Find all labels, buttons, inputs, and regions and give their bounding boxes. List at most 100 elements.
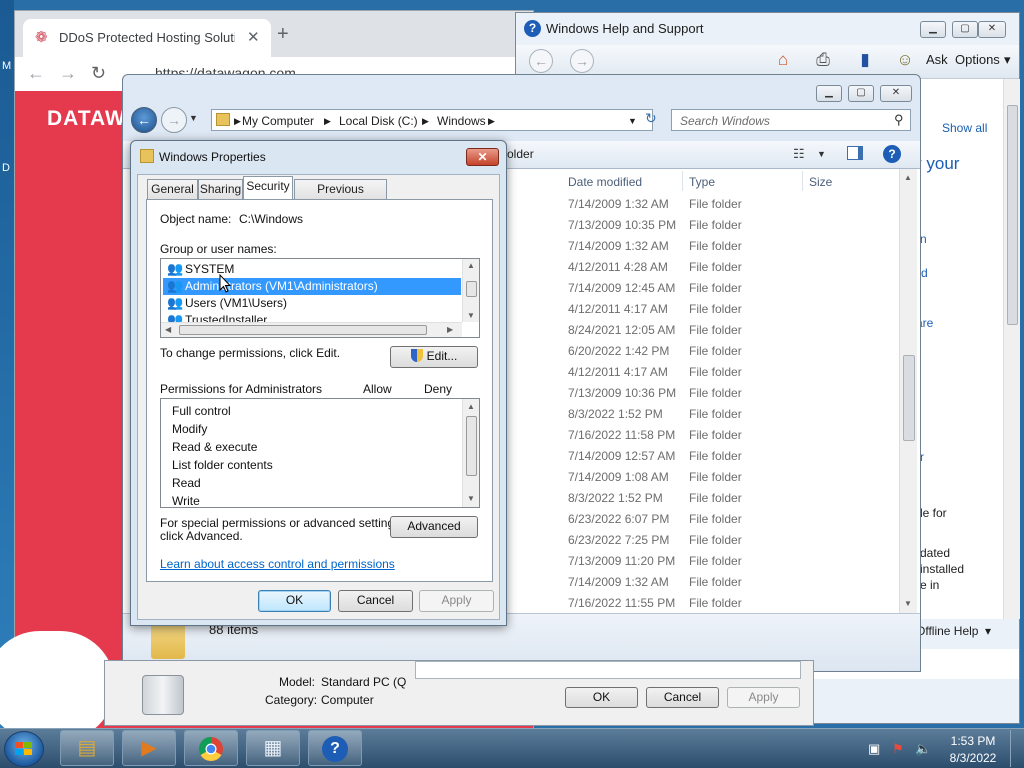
scrollbar-thumb[interactable] (1007, 105, 1018, 325)
browse-help-icon[interactable]: ▮ (854, 49, 876, 71)
close-button[interactable]: ✕ (880, 85, 912, 102)
ok-button[interactable]: OK (258, 590, 331, 612)
column-header-type[interactable]: Type (689, 175, 715, 189)
taskbar-media-player-icon[interactable]: ▶ (122, 730, 176, 766)
ask-people-icon[interactable]: ☺ (894, 49, 916, 71)
row-date[interactable]: 7/13/2009 10:35 PM (568, 218, 688, 232)
back-icon[interactable]: ← (529, 49, 553, 73)
scroll-up-icon[interactable]: ▲ (467, 261, 475, 270)
row-type[interactable]: File folder (689, 512, 789, 526)
help-scrollbar[interactable] (1003, 79, 1020, 619)
row-date[interactable]: 6/20/2022 1:42 PM (568, 344, 688, 358)
scroll-down-icon[interactable]: ▼ (467, 311, 475, 320)
tab-general[interactable]: General (147, 179, 198, 199)
ask-menu[interactable]: Ask (926, 52, 948, 67)
scroll-up-icon[interactable]: ▲ (904, 173, 912, 182)
scroll-up-icon[interactable]: ▲ (467, 402, 475, 411)
clock-date[interactable]: 8/3/2022 (944, 751, 1002, 765)
view-options-icon[interactable]: ☷ (793, 146, 805, 162)
taskbar-chrome-icon[interactable] (184, 730, 238, 766)
row-date[interactable]: 7/13/2009 11:20 PM (568, 554, 688, 568)
action-center-flag-icon[interactable]: ⚑ (892, 741, 904, 757)
row-type[interactable]: File folder (689, 365, 789, 379)
permissions-scrollbar[interactable]: ▲ ▼ (462, 399, 479, 507)
scrollbar-thumb[interactable] (466, 281, 477, 297)
row-date[interactable]: 4/12/2011 4:28 AM (568, 260, 688, 274)
apply-button[interactable]: Apply (419, 590, 494, 612)
list-item[interactable]: 👥 Users (VM1\Users) (163, 295, 461, 312)
row-type[interactable]: File folder (689, 344, 789, 358)
row-type[interactable]: File folder (689, 302, 789, 316)
tab-security[interactable]: Security (243, 176, 293, 199)
row-date[interactable]: 4/12/2011 4:17 AM (568, 302, 688, 316)
row-type[interactable]: File folder (689, 449, 789, 463)
forward-icon[interactable]: → (59, 63, 77, 83)
desktop-icon-label[interactable]: D (2, 162, 10, 174)
chevron-down-icon[interactable]: ▾ (985, 624, 991, 638)
new-folder-button[interactable]: older (507, 147, 534, 161)
user-list-vscrollbar[interactable]: ▲ ▼ (462, 259, 479, 322)
breadcrumb-item[interactable]: Windows (437, 114, 486, 128)
row-type[interactable]: File folder (689, 197, 789, 211)
row-type[interactable]: File folder (689, 575, 789, 589)
breadcrumb-chevron-icon[interactable]: ▶ (488, 116, 495, 127)
edit-button[interactable]: Edit... (390, 346, 478, 368)
tab-previous-versions[interactable]: Previous Versions (294, 179, 387, 214)
scrollbar-thumb[interactable] (179, 325, 427, 335)
row-type[interactable]: File folder (689, 239, 789, 253)
chevron-down-icon[interactable]: ▼ (817, 149, 826, 159)
row-date[interactable]: 8/3/2022 1:52 PM (568, 407, 688, 421)
browser-tab[interactable]: ❁ DDoS Protected Hosting Solution ✕ (23, 19, 271, 57)
volume-icon[interactable]: 🔈 (915, 741, 931, 757)
row-date[interactable]: 7/16/2022 11:58 PM (568, 428, 688, 442)
list-item-selected[interactable]: 👥 Administrators (VM1\Administrators) (163, 278, 461, 295)
column-divider[interactable] (682, 171, 683, 191)
search-input[interactable]: Search Windows ⚲ (671, 109, 911, 131)
close-tab-icon[interactable]: ✕ (247, 28, 260, 46)
back-icon[interactable]: ← (131, 107, 157, 133)
site-logo[interactable]: DATAW (47, 107, 126, 131)
row-type[interactable]: File folder (689, 554, 789, 568)
row-date[interactable]: 7/14/2009 1:08 AM (568, 470, 688, 484)
row-date[interactable]: 8/3/2022 1:52 PM (568, 491, 688, 505)
breadcrumb-chevron-icon[interactable]: ▶ (324, 116, 331, 127)
row-type[interactable]: File folder (689, 407, 789, 421)
forward-icon[interactable]: → (570, 49, 594, 73)
minimize-button[interactable]: ▁ (816, 85, 842, 102)
scrollbar-thumb[interactable] (903, 355, 915, 441)
row-date[interactable]: 7/14/2009 12:57 AM (568, 449, 688, 463)
address-dropdown-icon[interactable]: ▼ (628, 116, 637, 126)
close-button[interactable]: ✕ (978, 21, 1006, 38)
close-button[interactable]: ✕ (466, 148, 499, 166)
breadcrumb-chevron-icon[interactable]: ▶ (422, 116, 429, 127)
row-date[interactable]: 7/14/2009 12:45 AM (568, 281, 688, 295)
user-list-hscrollbar[interactable]: ◀ ▶ (161, 322, 462, 337)
tab-sharing[interactable]: Sharing (198, 179, 243, 199)
learn-access-control-link[interactable]: Learn about access control and permissio… (160, 557, 395, 571)
scroll-right-icon[interactable]: ▶ (447, 325, 453, 334)
refresh-icon[interactable]: ↻ (645, 110, 657, 127)
column-header-date-modified[interactable]: Date modified (568, 175, 642, 189)
reload-icon[interactable]: ↻ (91, 63, 106, 83)
row-date[interactable]: 7/14/2009 1:32 AM (568, 197, 688, 211)
list-item[interactable]: 👥 SYSTEM (163, 261, 461, 278)
file-list-scrollbar[interactable]: ▲ ▼ (899, 169, 917, 613)
taskbar-explorer-icon[interactable]: ▤ (60, 730, 114, 766)
network-icon[interactable]: ▣ (868, 741, 880, 757)
row-type[interactable]: File folder (689, 533, 789, 547)
row-type[interactable]: File folder (689, 491, 789, 505)
row-type[interactable]: File folder (689, 428, 789, 442)
help-link[interactable]: d (921, 266, 928, 280)
row-date[interactable]: 8/24/2021 12:05 AM (568, 323, 688, 337)
offline-help-menu[interactable]: Offline Help (916, 624, 978, 638)
row-type[interactable]: File folder (689, 386, 789, 400)
description-field[interactable] (415, 661, 801, 679)
column-header-size[interactable]: Size (809, 175, 832, 189)
maximize-button[interactable]: ▢ (952, 21, 978, 38)
help-icon[interactable]: ? (883, 145, 901, 163)
row-type[interactable]: File folder (689, 470, 789, 484)
row-date[interactable]: 4/12/2011 4:17 AM (568, 365, 688, 379)
row-date[interactable]: 6/23/2022 7:25 PM (568, 533, 688, 547)
cancel-button[interactable]: Cancel (338, 590, 413, 612)
taskbar-help-icon[interactable]: ? (308, 730, 362, 766)
